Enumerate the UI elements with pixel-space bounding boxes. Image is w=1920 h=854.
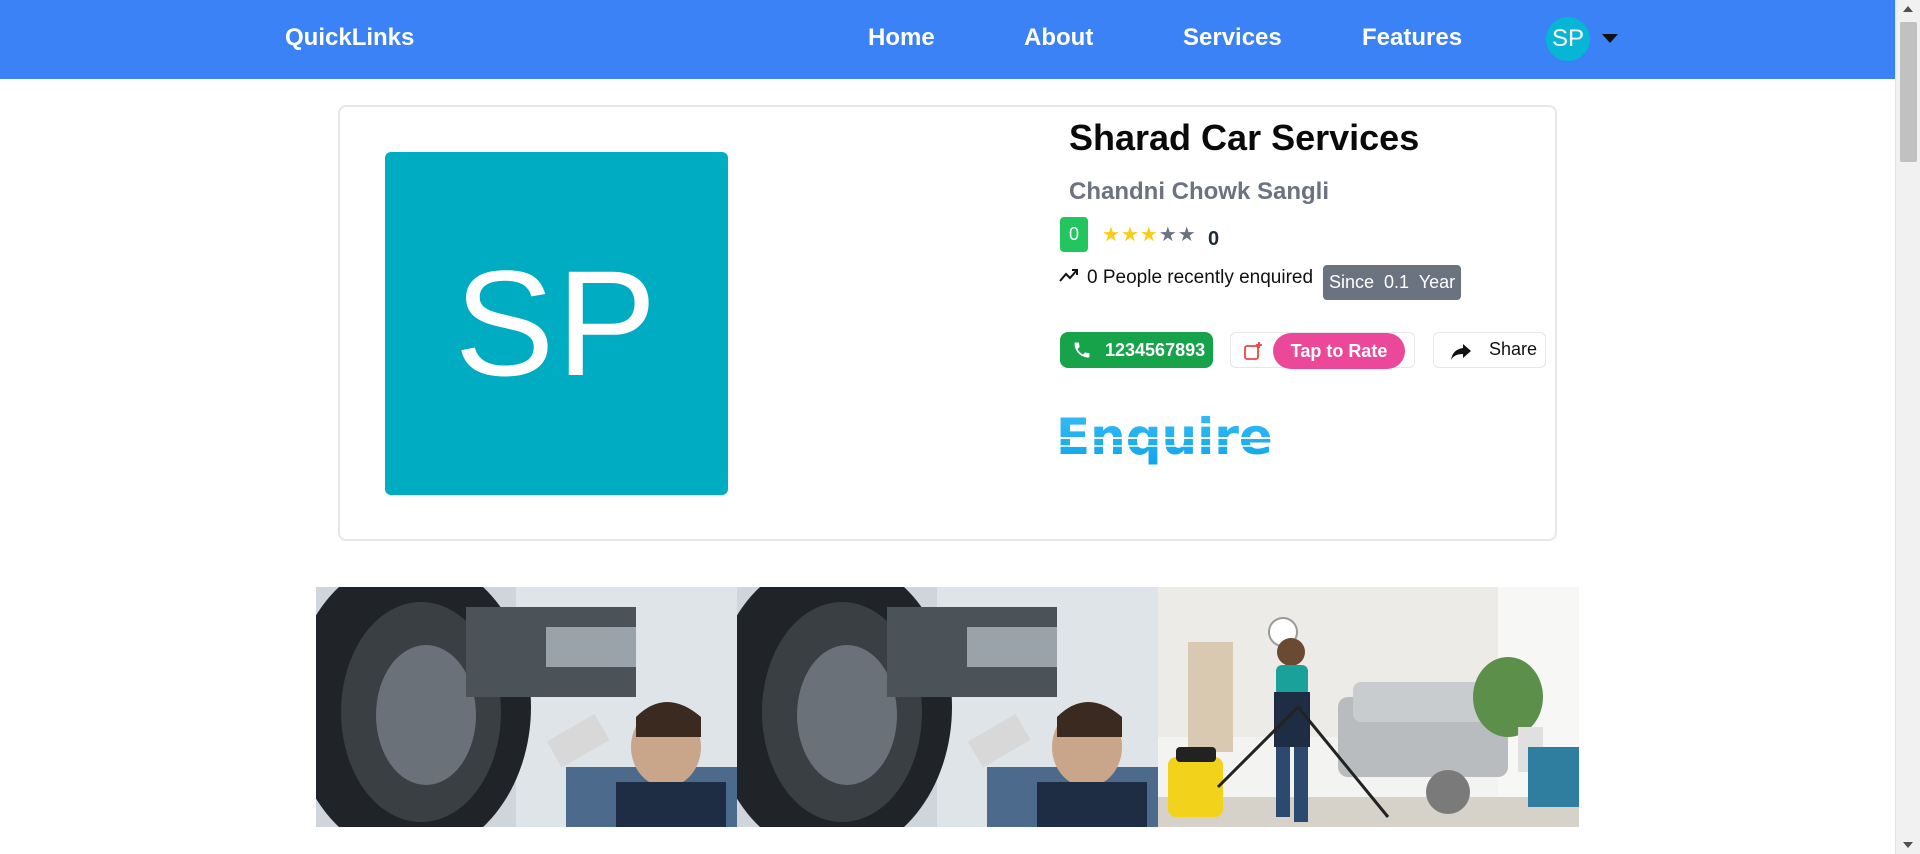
cleaner-vacuuming-living-room-photo-icon [1158,587,1579,827]
photo-gallery [316,587,1579,827]
caret-down-icon[interactable] [1602,34,1618,43]
star-icon: ★ [1177,224,1197,246]
brand-logo[interactable]: QuickLinks [285,24,414,52]
gallery-image-mechanic-1[interactable] [316,587,738,827]
enquire-button[interactable]: Enquire [1054,408,1274,472]
nav-home[interactable]: Home [868,24,935,52]
business-location: Chandni Chowk Sangli [1069,178,1330,205]
scrollbar-thumb[interactable] [1900,22,1917,162]
call-button[interactable]: 1234567893 [1060,332,1213,368]
top-navbar: QuickLinks Home About Services Features … [0,0,1895,79]
tap-to-rate-label: Tap to Rate [1273,333,1405,369]
business-logo: SP [385,152,728,495]
share-label: Share [1489,339,1538,359]
rating-badge: 0 [1060,217,1088,252]
rate-icon [1244,342,1262,360]
phone-icon [1074,342,1090,358]
page-scrollbar[interactable] [1895,0,1920,854]
tap-to-rate-button[interactable]: Tap to Rate [1230,332,1415,369]
enquire-graphic: Enquire [1054,408,1274,466]
star-icon: ★ [1158,224,1178,246]
mechanic-under-car-photo-icon [316,587,738,827]
star-icon: ★ [1120,224,1140,246]
star-icon: ★ [1139,224,1159,246]
phone-number: 1234567893 [1105,340,1206,360]
share-icon [1451,344,1471,360]
star-rating: ★★★★★ [1102,222,1197,247]
scroll-up-arrow-icon[interactable] [1903,6,1913,12]
trending-icon [1059,269,1078,282]
business-name: Sharad Car Services [1069,117,1420,158]
enquired-count-text: 0 People recently enquired [1087,267,1314,288]
nav-about[interactable]: About [1024,24,1093,52]
scroll-down-arrow-icon[interactable] [1903,842,1913,848]
nav-features[interactable]: Features [1362,24,1462,52]
nav-services[interactable]: Services [1183,24,1282,52]
gallery-image-mechanic-2[interactable] [737,587,1158,827]
share-button[interactable]: Share [1433,332,1546,368]
gallery-image-cleaning[interactable] [1158,587,1579,827]
star-icon: ★ [1102,224,1121,246]
since-badge: Since 0.1 Year [1323,265,1462,300]
mechanic-under-car-photo-icon [737,587,1158,827]
user-avatar[interactable]: SP [1546,17,1590,61]
rating-count: 0 [1208,228,1220,250]
